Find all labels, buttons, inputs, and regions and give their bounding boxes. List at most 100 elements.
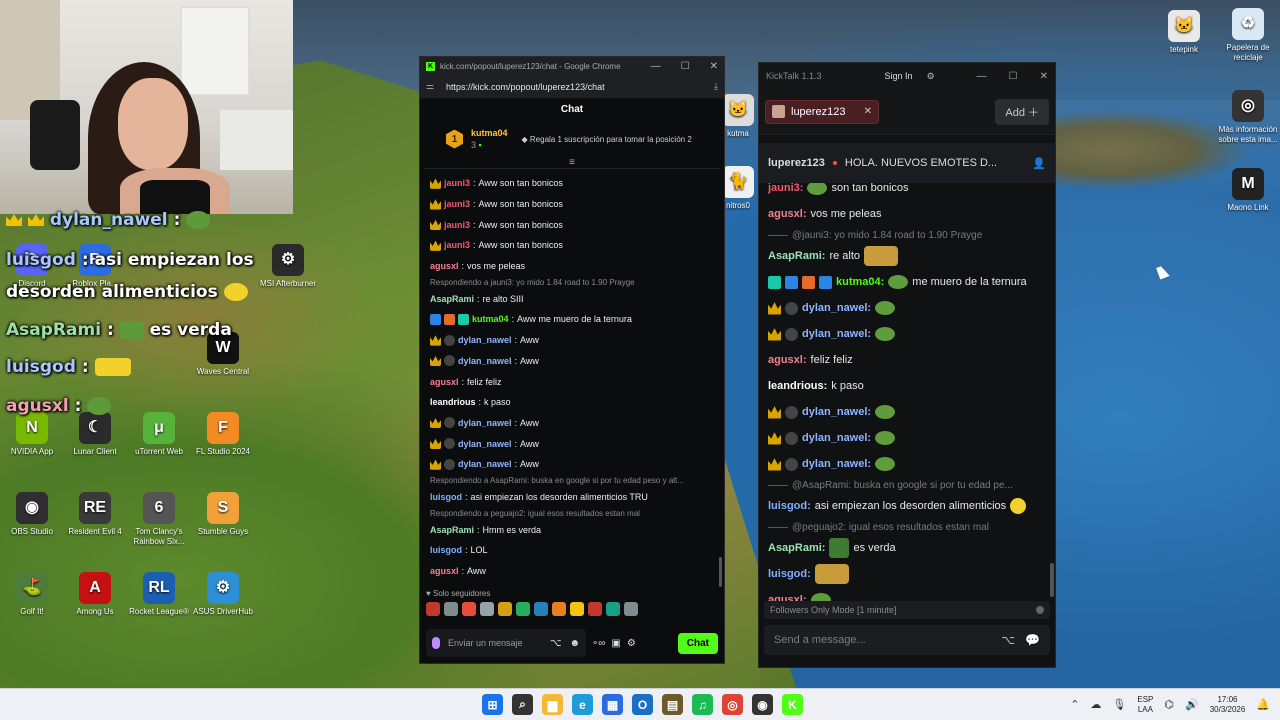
minimize-icon[interactable]: — — [977, 71, 987, 82]
chat-username[interactable]: agusxl — [430, 566, 459, 576]
edge-icon[interactable]: e — [572, 694, 593, 715]
emote-quick-icon[interactable] — [570, 602, 584, 617]
chat-username[interactable]: luisgod: — [768, 568, 811, 580]
network-icon[interactable]: ☁ — [1090, 698, 1101, 711]
desktop-icon[interactable]: F FL Studio 2024 — [191, 412, 255, 457]
site-info-icon[interactable]: ⚌ — [426, 81, 438, 92]
chat-username[interactable]: dylan_nawel — [458, 439, 512, 449]
spotify-icon[interactable]: ♫ — [692, 694, 713, 715]
emote-quick-icon[interactable] — [606, 602, 620, 617]
chat-username[interactable]: agusxl: — [768, 354, 807, 366]
url-text[interactable]: https://kick.com/popout/luperez123/chat — [446, 82, 605, 92]
chat-username[interactable]: agusxl — [430, 261, 459, 271]
desktop-icon[interactable]: ⛳ Golf It! — [0, 572, 64, 617]
desktop-icon[interactable]: ◎ Más información sobre esta ima... — [1216, 90, 1280, 145]
chat-username[interactable]: luisgod — [430, 492, 462, 502]
language-indicator[interactable]: ESP LAA — [1137, 695, 1153, 715]
chat-username[interactable]: dylan_nawel: — [802, 302, 871, 314]
maximize-icon[interactable]: ☐ — [1009, 71, 1018, 82]
mic-icon[interactable] — [432, 637, 440, 649]
chat-username[interactable]: leandrious: — [768, 380, 827, 392]
kicktalk-titlebar[interactable]: KickTalk 1.1.3 Sign In ⚙ — ☐ ✕ — [759, 63, 1055, 89]
chrome-titlebar[interactable]: K kick.com/popout/luperez123/chat - Goog… — [420, 57, 724, 75]
chat-username[interactable]: agusxl: — [768, 208, 807, 220]
chat-username[interactable]: jauni3 — [444, 178, 470, 188]
close-icon[interactable]: ✕ — [710, 61, 718, 72]
emote-quick-icon[interactable] — [588, 602, 602, 617]
gift-box-icon[interactable]: ▣ — [611, 638, 620, 649]
desktop-icon[interactable]: N NVIDIA App — [0, 412, 64, 457]
desktop-icon[interactable]: 6 Tom Clancy's Rainbow Six... — [127, 492, 191, 547]
emote-quick-icon[interactable] — [444, 602, 458, 617]
microphone-icon[interactable]: 🎙 — [1112, 698, 1126, 711]
wifi-icon[interactable]: ⌬ — [1164, 698, 1174, 711]
chat-username[interactable]: dylan_nawel: — [802, 432, 871, 444]
gear-icon[interactable]: ⚙ — [927, 71, 935, 82]
chat-username[interactable]: dylan_nawel — [458, 459, 512, 469]
chat-username[interactable]: agusxl: — [768, 594, 807, 601]
settings-icon[interactable]: ⚙ — [627, 638, 636, 649]
chat-username[interactable]: leandrious — [430, 397, 476, 407]
chat-username[interactable]: luisgod — [430, 545, 462, 555]
chat-username[interactable]: dylan_nawel: — [802, 406, 871, 418]
chevron-up-icon[interactable]: ⌃ — [1070, 698, 1079, 711]
close-tab-icon[interactable]: ✕ — [864, 106, 872, 117]
emote-quick-icon[interactable] — [426, 602, 440, 617]
top-gifter-banner[interactable]: 1 kutma04 3 ▪ ◆ Regala 1 suscripción par… — [420, 121, 724, 157]
chat-username[interactable]: AsapRami — [430, 294, 474, 304]
chat-username[interactable]: AsapRami: — [768, 542, 825, 554]
dots-icon[interactable]: ∘∞ — [592, 638, 605, 649]
emote-quick-icon[interactable] — [516, 602, 530, 617]
close-icon[interactable]: ✕ — [1040, 71, 1048, 82]
clock[interactable]: 17:06 30/3/2026 — [1210, 695, 1246, 715]
chat-username[interactable]: AsapRami: — [768, 250, 825, 262]
chat-username[interactable]: kutma04: — [836, 276, 884, 288]
chat-username[interactable]: dylan_nawel: — [802, 328, 871, 340]
chat-username[interactable]: dylan_nawel: — [802, 458, 871, 470]
chat-username[interactable]: agusxl — [430, 377, 459, 387]
desktop-icon[interactable]: ☾ Lunar Client — [63, 412, 127, 457]
desktop-icon[interactable]: ◉ OBS Studio — [0, 492, 64, 537]
desktop-icon[interactable]: ⚙ ASUS DriverHub — [191, 572, 255, 617]
kicktalk-scrollbar[interactable] — [1050, 563, 1054, 597]
chrome-icon[interactable]: ◎ — [722, 694, 743, 715]
desktop-icon[interactable]: M Maono Link — [1216, 168, 1280, 213]
kick-taskbar-icon[interactable]: K — [782, 694, 803, 715]
chat-username[interactable]: dylan_nawel — [458, 335, 512, 345]
obs-taskbar-icon[interactable]: ◉ — [752, 694, 773, 715]
desktop-icon[interactable]: ⚙ MSI Afterburner — [256, 244, 320, 289]
chat-username[interactable]: jauni3 — [444, 220, 470, 230]
desktop-icon[interactable]: RE Resident Evil 4 — [63, 492, 127, 537]
desktop-icon[interactable]: RL Rocket League® — [127, 572, 191, 617]
kicktalk-message-input[interactable]: Send a message... ⌥ 💬 — [764, 625, 1050, 655]
emote-quick-icon[interactable] — [498, 602, 512, 617]
outlook-icon[interactable]: O — [632, 694, 653, 715]
maximize-icon[interactable]: ☐ — [681, 61, 690, 72]
chat-username[interactable]: luisgod: — [768, 500, 811, 512]
download-icon[interactable]: ⤓ — [714, 81, 718, 92]
store-icon[interactable]: ▦ — [602, 694, 623, 715]
desktop-icon[interactable]: ♻ Papelera de reciclaje — [1216, 8, 1280, 63]
user-icon[interactable]: 👤 — [1032, 157, 1046, 170]
search-icon[interactable]: ⌕ — [512, 694, 533, 715]
desktop-icon[interactable]: μ uTorrent Web — [127, 412, 191, 457]
emote-quick-icon[interactable] — [624, 602, 638, 617]
tab-luperez123[interactable]: luperez123 ✕ — [765, 99, 879, 124]
chat-username[interactable]: AsapRami — [430, 525, 474, 535]
desktop-icon[interactable]: A Among Us — [63, 572, 127, 617]
info-icon[interactable] — [1036, 606, 1044, 614]
desktop-icon[interactable]: 🐱 tetepink — [1152, 10, 1216, 55]
desktop-icon[interactable]: S Stumble Guys — [191, 492, 255, 537]
start-icon[interactable]: ⊞ — [482, 694, 503, 715]
chat-username[interactable]: jauni3 — [444, 199, 470, 209]
file-explorer-icon[interactable]: ▆ — [542, 694, 563, 715]
chat-username[interactable]: dylan_nawel — [458, 356, 512, 366]
chat-username[interactable]: kutma04 — [472, 314, 509, 324]
emote-quick-icon[interactable] — [552, 602, 566, 617]
chat-username[interactable]: jauni3: — [768, 183, 803, 194]
chrome-address-bar[interactable]: ⚌ https://kick.com/popout/luperez123/cha… — [420, 75, 724, 99]
volume-icon[interactable]: 🔊 — [1185, 698, 1199, 711]
sign-in-button[interactable]: Sign In — [885, 71, 913, 81]
kick-message-input[interactable]: Enviar un mensaje ⌥ ☻ — [426, 629, 586, 657]
collapse-handle-icon[interactable]: ≡ — [424, 157, 720, 169]
